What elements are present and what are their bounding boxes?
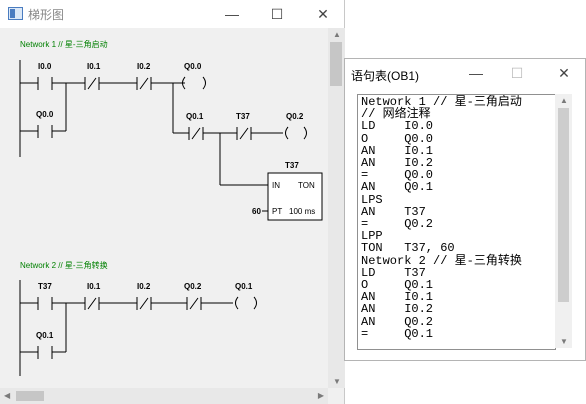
stl-line[interactable]: = Q0.1	[361, 328, 555, 340]
contact-t37[interactable]: T37	[37, 282, 53, 310]
stl-line[interactable]: AN Q0.1	[361, 181, 555, 193]
stl-line[interactable]: TON T37, 60	[361, 242, 555, 254]
contact-q0-0[interactable]: Q0.0	[36, 110, 54, 138]
maximize-icon[interactable]: ☐	[257, 0, 297, 28]
svg-text:Q0.2: Q0.2	[184, 282, 202, 291]
stl-line[interactable]: Network 2 // 星-三角转换	[361, 254, 555, 266]
svg-text:100 ms: 100 ms	[289, 207, 315, 216]
svg-text:T37: T37	[236, 112, 250, 121]
close-icon[interactable]: ✕	[544, 59, 584, 87]
svg-text:Q0.1: Q0.1	[36, 331, 54, 340]
svg-text:Q0.0: Q0.0	[36, 110, 54, 119]
scroll-right-icon[interactable]: ▶	[318, 391, 324, 400]
close-icon[interactable]: ✕	[303, 0, 343, 28]
svg-text:I0.2: I0.2	[137, 282, 151, 291]
ladder-window: 梯形图 — ☐ ✕ Network 1 // 星-三角启动 I0.0 I0.1	[0, 0, 345, 404]
stl-line[interactable]: O Q0.0	[361, 132, 555, 144]
svg-text:TON: TON	[298, 181, 315, 190]
stl-line[interactable]: LPS	[361, 193, 555, 205]
timer-preset-value: 60	[252, 207, 261, 216]
network2-title: Network 2 // 星-三角转换	[20, 260, 108, 270]
timer-t37-ton[interactable]: T37 IN TON PT 100 ms 60	[252, 161, 323, 221]
coil-q0-2[interactable]: Q0.2	[285, 112, 307, 140]
ladder-window-icon	[8, 7, 23, 20]
contact-i0-0[interactable]: I0.0	[37, 62, 53, 90]
svg-text:I0.0: I0.0	[38, 62, 52, 71]
contact-i0-1-nc[interactable]: I0.1	[84, 62, 101, 90]
scroll-left-icon[interactable]: ◀	[4, 391, 10, 400]
maximize-icon[interactable]: ☐	[497, 59, 537, 87]
stl-vertical-scrollbar[interactable]: ▲ ▼	[555, 94, 572, 348]
svg-text:Q0.1: Q0.1	[235, 282, 253, 291]
minimize-icon[interactable]: —	[456, 59, 496, 87]
stl-window-title: 语句表(OB1)	[351, 69, 420, 83]
ladder-window-title: 梯形图	[28, 8, 65, 22]
svg-text:Q0.0: Q0.0	[184, 62, 202, 71]
svg-text:PT: PT	[272, 207, 282, 216]
svg-text:I0.1: I0.1	[87, 62, 101, 71]
contact-i0-1-nc-n2[interactable]: I0.1	[84, 282, 101, 310]
contact-i0-2-nc[interactable]: I0.2	[136, 62, 152, 90]
scroll-up-icon[interactable]: ▲	[560, 96, 568, 105]
svg-text:T37: T37	[38, 282, 52, 291]
stl-text-area[interactable]: Network 1 // 星-三角启动// 网络注释 LD I0.0 O Q0.0 A…	[357, 94, 556, 350]
contact-i0-2-nc-n2[interactable]: I0.2	[136, 282, 152, 310]
network1-title: Network 1 // 星-三角启动	[20, 39, 108, 49]
ladder-diagram: Network 1 // 星-三角启动 I0.0 I0.1 I0.2 Q0.0 …	[19, 39, 323, 376]
stl-line[interactable]: AN I0.2	[361, 303, 555, 315]
ladder-vertical-scrollbar[interactable]: ▲ ▼	[328, 28, 345, 388]
contact-q0-1-nc[interactable]: Q0.1	[186, 112, 204, 140]
ladder-titlebar[interactable]: 梯形图 — ☐ ✕	[0, 0, 344, 28]
stl-vertical-thumb[interactable]	[558, 108, 569, 302]
ladder-horizontal-scrollbar[interactable]: ◀ ▶	[0, 388, 328, 404]
svg-text:Q0.2: Q0.2	[286, 112, 304, 121]
svg-text:I0.1: I0.1	[87, 282, 101, 291]
contact-q0-1-n2[interactable]: Q0.1	[36, 331, 54, 359]
stl-line[interactable]: LD I0.0	[361, 120, 555, 132]
stl-listing: Network 1 // 星-三角启动// 网络注释 LD I0.0 O Q0.0 A…	[358, 95, 555, 340]
scroll-up-icon[interactable]: ▲	[333, 30, 341, 39]
minimize-icon[interactable]: —	[212, 0, 252, 28]
stl-window: 语句表(OB1) — ☐ ✕ Network 1 // 星-三角启动// 网络注…	[344, 58, 586, 361]
ladder-diagram-area[interactable]: Network 1 // 星-三角启动 I0.0 I0.1 I0.2 Q0.0 …	[0, 28, 328, 388]
svg-text:IN: IN	[272, 181, 280, 190]
ladder-horizontal-thumb[interactable]	[16, 391, 44, 401]
svg-text:Q0.1: Q0.1	[186, 112, 204, 121]
coil-q0-0[interactable]: Q0.0	[182, 62, 206, 90]
contact-q0-2-nc[interactable]: Q0.2	[184, 282, 202, 310]
coil-q0-1[interactable]: Q0.1	[235, 282, 257, 310]
contact-t37-nc[interactable]: T37	[236, 112, 252, 140]
scroll-down-icon[interactable]: ▼	[560, 337, 568, 346]
svg-text:T37: T37	[285, 161, 299, 170]
scroll-down-icon[interactable]: ▼	[333, 377, 341, 386]
stl-titlebar[interactable]: 语句表(OB1) — ☐ ✕	[345, 59, 585, 89]
stl-line[interactable]: = Q0.2	[361, 218, 555, 230]
ladder-vertical-thumb[interactable]	[330, 42, 342, 86]
svg-text:I0.2: I0.2	[137, 62, 151, 71]
